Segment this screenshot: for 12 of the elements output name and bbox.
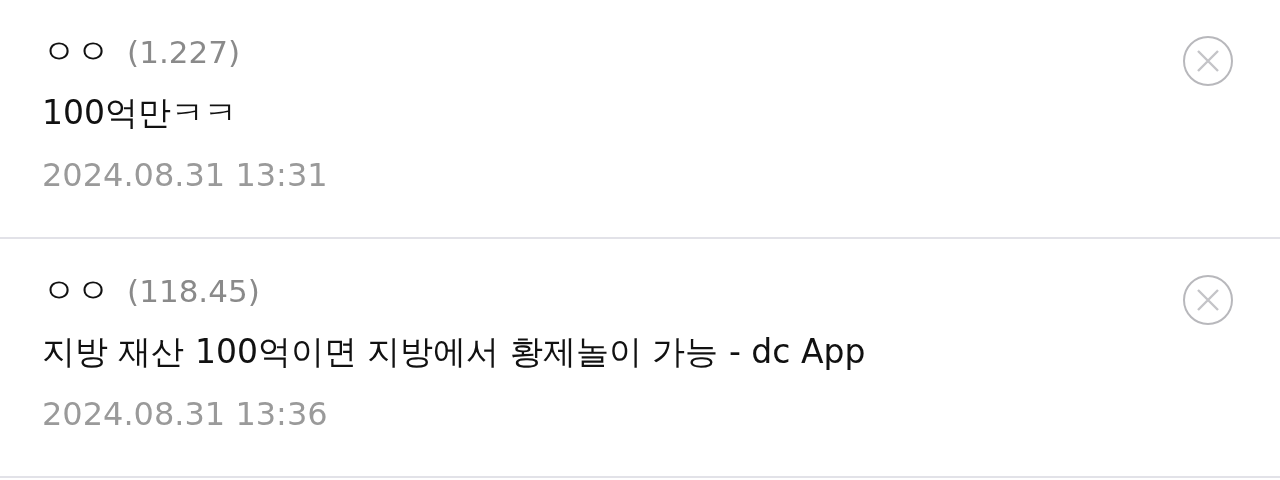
delete-button[interactable] xyxy=(1182,35,1234,87)
delete-button[interactable] xyxy=(1182,274,1234,326)
ip-address: (1.227) xyxy=(127,34,241,70)
ip-address: (118.45) xyxy=(127,273,260,309)
author-name: ㅇㅇ xyxy=(42,270,110,310)
author-name: ㅇㅇ xyxy=(42,31,110,71)
comment-date: 2024.08.31 13:36 xyxy=(42,394,329,435)
close-icon xyxy=(1182,35,1234,87)
comment-text: 100억만ㅋㅋ xyxy=(42,92,238,134)
close-icon xyxy=(1182,274,1234,326)
comment-text: 지방 재산 100억이면 지방에서 황제놀이 가능 - dc App xyxy=(42,331,866,373)
comment-date: 2024.08.31 13:31 xyxy=(42,155,328,196)
